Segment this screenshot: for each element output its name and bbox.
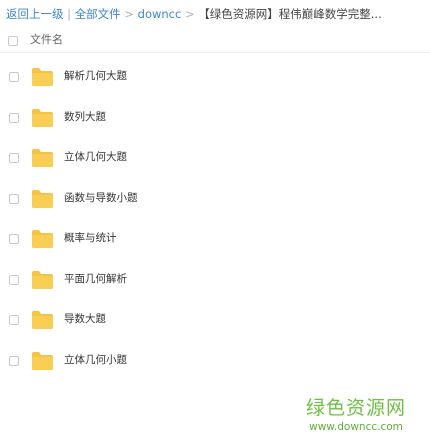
folder-icon	[32, 351, 53, 370]
file-name[interactable]: 概率与统计	[64, 231, 117, 245]
row-checkbox[interactable]	[9, 112, 19, 123]
folder-icon	[32, 68, 53, 86]
file-name[interactable]: 平面几何解析	[64, 272, 127, 286]
file-list: 解析几何大题 数列大题 立体几何大题 函数与导数小题 概率与统计 平面几何解析 …	[0, 58, 430, 382]
file-row[interactable]: 解析几何大题	[0, 58, 430, 99]
file-row[interactable]: 立体几何小题	[0, 342, 430, 383]
breadcrumb-downcc-link[interactable]: downcc	[138, 7, 182, 21]
breadcrumb-divider: |	[67, 7, 72, 21]
row-checkbox[interactable]	[9, 274, 19, 285]
file-row[interactable]: 函数与导数小题	[0, 180, 430, 221]
row-checkbox[interactable]	[9, 355, 19, 366]
breadcrumb-current: 【绿色资源网】程伟巅峰数学完整...	[198, 7, 382, 21]
folder-icon	[32, 270, 53, 289]
row-checkbox[interactable]	[9, 193, 19, 204]
chevron-right-icon: >	[124, 7, 134, 21]
watermark-url: www.downcc.com	[309, 421, 403, 433]
watermark-title: 绿色资源网	[305, 397, 406, 419]
folder-icon	[32, 149, 53, 167]
back-link[interactable]: 返回上一级	[6, 7, 64, 21]
all-files-link[interactable]: 全部文件	[75, 7, 121, 21]
folder-icon	[32, 108, 53, 127]
folder-icon	[32, 230, 53, 248]
row-checkbox[interactable]	[9, 234, 19, 244]
file-name[interactable]: 导数大题	[64, 312, 106, 326]
row-checkbox[interactable]	[9, 315, 19, 325]
file-row[interactable]: 立体几何大题	[0, 139, 430, 180]
row-checkbox[interactable]	[9, 153, 19, 163]
filename-column-header[interactable]: 文件名	[30, 33, 63, 47]
file-name[interactable]: 解析几何大题	[64, 69, 127, 83]
file-name[interactable]: 立体几何小题	[64, 353, 127, 367]
file-row[interactable]: 概率与统计	[0, 220, 430, 261]
folder-icon	[32, 189, 53, 208]
file-row[interactable]: 数列大题	[0, 99, 430, 140]
file-name[interactable]: 立体几何大题	[64, 150, 127, 164]
file-name[interactable]: 函数与导数小题	[64, 191, 138, 205]
file-list-header: 文件名	[0, 30, 430, 53]
select-all-checkbox[interactable]	[8, 36, 18, 46]
site-watermark: 绿色资源网 www.downcc.com	[297, 396, 415, 440]
breadcrumb: 返回上一级 | 全部文件 > downcc > 【绿色资源网】程伟巅峰数学完整.…	[6, 6, 426, 22]
folder-icon	[32, 311, 53, 329]
file-row[interactable]: 导数大题	[0, 301, 430, 342]
row-checkbox[interactable]	[9, 72, 19, 82]
file-row[interactable]: 平面几何解析	[0, 261, 430, 302]
file-name[interactable]: 数列大题	[64, 110, 106, 124]
chevron-right-icon: >	[184, 7, 195, 21]
